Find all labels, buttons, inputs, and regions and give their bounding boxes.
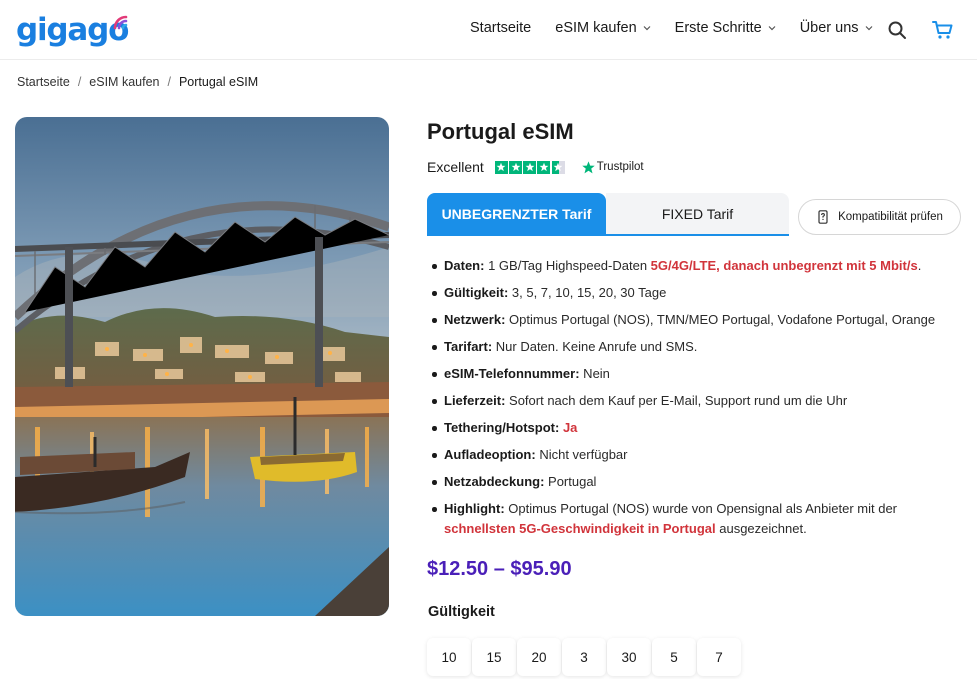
gigago-logo[interactable]: gigago [16,13,129,47]
nav-ueber-uns[interactable]: Über uns [800,20,873,36]
feature-item-netzabdeckung: Netzabdeckung: Portugal [431,472,961,492]
main-nav: Startseite eSIM kaufen Erste Schritte Üb… [470,20,897,36]
validity-options: 10 15 20 3 30 5 7 [427,638,742,676]
compatibility-check-button[interactable]: Kompatibilität prüfen [798,199,961,235]
nav-erste-schritte[interactable]: Erste Schritte [675,20,776,36]
trustpilot-label: Trustpilot [596,161,644,173]
feature-list: Daten: 1 GB/Tag Highspeed-Daten 5G/4G/LT… [431,256,961,546]
validity-option[interactable]: 10 [427,638,471,676]
feature-item-tarifart: Tarifart: Nur Daten. Keine Anrufe und SM… [431,337,961,357]
nav-label: Startseite [470,20,532,36]
product-title: Portugal eSIM [427,119,574,144]
rating-row: Excellent Trustpilot [427,159,644,175]
nav-label: eSIM kaufen [555,20,637,36]
price-range: $12.50 – $95.90 [427,558,572,580]
half-star-icon [551,160,565,174]
feature-item-telefonnummer: eSIM-Telefonnummer: Nein [431,364,961,384]
nav-label: Erste Schritte [674,20,762,36]
nav-label: Über uns [799,20,859,36]
feature-item-daten: Daten: 1 GB/Tag Highspeed-Daten 5G/4G/LT… [431,256,961,276]
chevron-down-icon [768,26,776,31]
breadcrumb: Startseite / eSIM kaufen / Portugal eSIM [17,75,258,89]
tab-fixed-tarif[interactable]: FIXED Tarif [606,193,789,234]
porto-bridge-illustration [15,117,389,616]
validity-option[interactable]: 3 [562,638,606,676]
site-header: gigago Startseite eSIM kaufen Erste Schr… [0,0,977,60]
chevron-down-icon [865,26,872,31]
star-icon [494,160,508,174]
star-icon [509,160,522,174]
cart-icon[interactable] [932,20,954,40]
phone-question-icon [818,210,828,224]
feature-item-tethering: Tethering/Hotspot: Ja [431,418,961,438]
validity-option[interactable]: 15 [472,638,516,676]
trustpilot-star-icon [582,160,595,173]
product-image [15,117,389,616]
validity-option[interactable]: 30 [607,638,651,676]
compatibility-label: Kompatibilität prüfen [838,211,943,223]
nav-esim-kaufen[interactable]: eSIM kaufen [555,20,651,36]
tariff-tabs: UNBEGRENZTER Tarif FIXED Tarif [427,193,789,236]
chevron-down-icon [643,26,651,31]
validity-option[interactable]: 20 [517,638,561,676]
validity-option[interactable]: 5 [652,638,696,676]
breadcrumb-separator: / [77,75,82,89]
breadcrumb-current: Portugal eSIM [178,75,259,89]
rating-word: Excellent [427,159,484,175]
feature-item-lieferzeit: Lieferzeit: Sofort nach dem Kauf per E-M… [431,391,961,411]
tab-unbegrenzter-tarif[interactable]: UNBEGRENZTER Tarif [427,193,606,234]
trustpilot-badge[interactable]: Trustpilot [582,160,644,174]
breadcrumb-separator: / [167,75,171,89]
feature-item-netzwerk: Netzwerk: Optimus Portugal (NOS), TMN/ME… [431,310,961,330]
feature-item-aufladeoption: Aufladeoption: Nicht verfügbar [431,445,961,465]
nav-startseite[interactable]: Startseite [470,20,531,36]
star-icon [523,160,537,174]
search-icon[interactable] [887,20,907,40]
logo-signal-arc-icon [113,15,128,30]
breadcrumb-link-esim-kaufen[interactable]: eSIM kaufen [89,75,159,89]
validity-label: Gültigkeit [428,604,495,620]
breadcrumb-link-startseite[interactable]: Startseite [17,75,70,89]
trustpilot-stars [494,160,566,174]
star-icon [537,160,551,174]
feature-item-gueltigkeit: Gültigkeit: 3, 5, 7, 10, 15, 20, 30 Tage [431,283,961,303]
validity-option[interactable]: 7 [697,638,741,676]
feature-item-highlight: Highlight: Optimus Portugal (NOS) wurde … [431,499,961,539]
